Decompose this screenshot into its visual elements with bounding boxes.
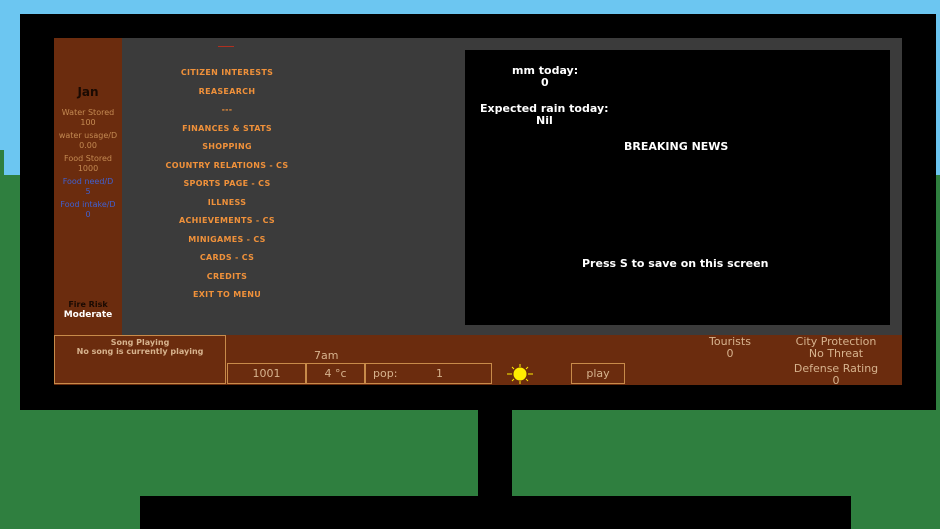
food-intake-stat: Food intake/D 0 <box>60 200 116 219</box>
news-panel: mm today: 0 Expected rain today: Nil BRE… <box>465 50 890 325</box>
menu-item-credits[interactable]: CREDITS <box>126 272 328 281</box>
defense-rating-value: 0 <box>832 374 840 387</box>
food-need-stat: Food need/D 5 <box>62 177 114 196</box>
song-playing-box: Song Playing No song is currently playin… <box>54 335 226 384</box>
population-display: pop: 1 <box>365 363 492 384</box>
population-label: pop: <box>373 367 398 380</box>
monitor-stand-base <box>140 496 851 529</box>
city-protection-stat: City Protection No Threat <box>782 336 890 360</box>
play-button[interactable]: play <box>571 363 625 384</box>
menu-item-research[interactable]: REASEARCH <box>126 87 328 96</box>
water-usage-stat: water usage/D 0.00 <box>58 131 118 150</box>
stats-panel: Jan Water Stored 100 water usage/D 0.00 … <box>54 38 122 335</box>
temperature-display: 4 °c <box>306 363 365 384</box>
menu-item-shopping[interactable]: SHOPPING <box>126 142 328 151</box>
monitor-stand-pole <box>478 408 512 500</box>
tourists-stat: Tourists 0 <box>700 336 760 360</box>
menu-item-cards[interactable]: CARDS - CS <box>126 253 328 262</box>
menu-item-separator: --- <box>221 105 233 114</box>
song-heading: Song Playing <box>110 338 170 347</box>
menu-item-citizen-interests[interactable]: CITIZEN INTERESTS <box>126 68 328 77</box>
menu-item-illness[interactable]: ILLNESS <box>126 198 328 207</box>
menu-top-mark <box>218 46 234 47</box>
save-hint: Press S to save on this screen <box>582 257 769 270</box>
money-display: 1001 <box>227 363 306 384</box>
fire-risk-value: Moderate <box>63 310 113 320</box>
time-display: 7am <box>314 349 339 362</box>
fire-risk-label: Fire Risk <box>68 300 108 309</box>
month-label: Jan <box>77 85 99 99</box>
mm-today-value: 0 <box>541 76 549 89</box>
grass-edge-left <box>0 150 4 180</box>
menu-item-exit-to-menu[interactable]: EXIT TO MENU <box>126 290 328 299</box>
water-stored-stat: Water Stored 100 <box>61 108 115 127</box>
menu-item-sports-page[interactable]: SPORTS PAGE - CS <box>126 179 328 188</box>
food-stored-stat: Food Stored 1000 <box>64 154 112 173</box>
menu-item-finances-stats[interactable]: FINANCES & STATS <box>126 124 328 133</box>
breaking-news-heading: BREAKING NEWS <box>624 140 729 153</box>
defense-rating-stat: Defense Rating 0 <box>782 363 890 387</box>
tourists-value: 0 <box>726 347 734 360</box>
city-protection-value: No Threat <box>808 347 864 360</box>
sun-icon <box>507 364 533 384</box>
menu-item-achievements[interactable]: ACHIEVEMENTS - CS <box>126 216 328 225</box>
song-status: No song is currently playing <box>76 347 204 356</box>
menu-item-minigames[interactable]: MINIGAMES - CS <box>126 235 328 244</box>
population-value: 1 <box>436 367 443 380</box>
expected-rain-value: Nil <box>536 114 553 127</box>
menu-item-country-relations[interactable]: COUNTRY RELATIONS - CS <box>126 161 328 170</box>
